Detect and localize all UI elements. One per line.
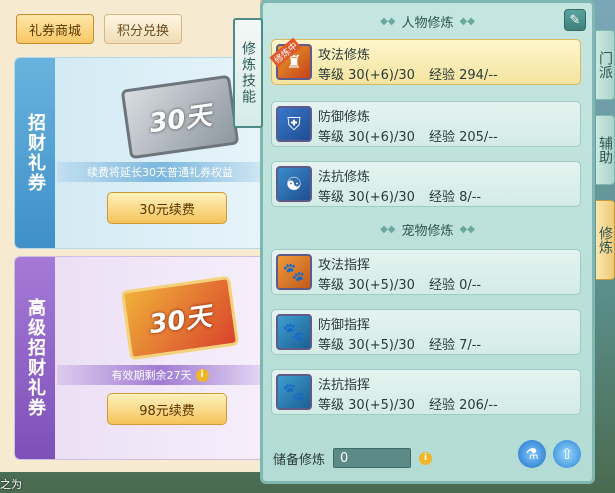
ornament-icon: ◆◆ [459, 15, 475, 27]
defense-icon: ⛨ [276, 106, 312, 142]
premium-ticket-label: 高级招财礼券 [15, 257, 55, 459]
fortune-ticket-note-text: 续费将延长30天普通礼券权益 [87, 166, 233, 179]
reserve-value: 0 [333, 448, 412, 468]
skill-stats: 等级 30(+6)/30 经验 8/-- [318, 186, 481, 205]
person-cultivation-title: 人物修炼 [401, 15, 454, 31]
skill-name: 法抗修炼 [318, 170, 371, 185]
edit-icon[interactable]: ✎ [564, 9, 586, 31]
skill-level: 30(+5)/30 [348, 278, 415, 293]
person-cultivation-header: ◆◆ 人物修炼 ◆◆ [263, 11, 592, 31]
level-label: 等级 [318, 190, 345, 205]
pet-defense-icon: 🐾 [276, 314, 312, 350]
potion-icon[interactable]: ⚗ [518, 440, 546, 468]
renew-30-button[interactable]: 30元续费 [107, 192, 227, 224]
pet-cultivation-title: 宠物修炼 [401, 223, 454, 239]
skill-stats: 等级 30(+6)/30 经验 294/-- [318, 64, 498, 83]
exp-label: 经验 [428, 190, 455, 205]
fortune-ticket-card: 招财礼券 30天 续费将延长30天普通礼券权益 30元续费 [14, 57, 264, 249]
ticket-shop-panel: 礼券商城 积分兑换 招财礼券 30天 续费将延长30天普通礼券权益 30元续费 … [0, 0, 264, 472]
skill-name: 攻法指挥 [318, 258, 371, 273]
skill-name: 法抗指挥 [318, 378, 371, 393]
reserve-cultivation: 储备修炼 0 i [273, 448, 433, 468]
magic-resist-icon: ☯ [276, 166, 312, 202]
info-icon[interactable]: i [195, 368, 209, 382]
pet-cultivation-header: ◆◆ 宠物修炼 ◆◆ [263, 219, 592, 239]
tab-sect[interactable]: 门派 [596, 30, 615, 100]
skill-stats: 等级 30(+5)/30 经验 206/-- [318, 394, 498, 413]
renew-98-button[interactable]: 98元续费 [107, 393, 227, 425]
bottom-chat-text: 之为 [0, 478, 22, 491]
skill-stats: 等级 30(+5)/30 经验 7/-- [318, 334, 481, 353]
skill-row-pet-attack[interactable]: 🐾 攻法指挥 等级 30(+5)/30 经验 0/-- [271, 249, 581, 295]
exp-label: 经验 [428, 130, 455, 145]
skill-level: 30(+5)/30 [348, 398, 415, 413]
info-icon[interactable]: i [419, 451, 433, 465]
skill-exp: 206/-- [459, 398, 498, 413]
level-label: 等级 [318, 130, 345, 145]
skill-exp: 205/-- [459, 130, 498, 145]
level-label: 等级 [318, 398, 345, 413]
exp-label: 经验 [428, 398, 455, 413]
level-label: 等级 [318, 338, 345, 353]
ornament-icon: ◆◆ [380, 15, 396, 27]
premium-ticket-note-text: 有效期剩余27天 [111, 369, 192, 382]
skill-row-magic-resist[interactable]: ☯ 法抗修炼 等级 30(+6)/30 经验 8/-- [271, 161, 581, 207]
skill-row-pet-resist[interactable]: 🐾 法抗指挥 等级 30(+5)/30 经验 206/-- [271, 369, 581, 415]
exp-label: 经验 [428, 338, 455, 353]
tab-points-exchange[interactable]: 积分兑换 [104, 14, 183, 44]
skill-stats: 等级 30(+5)/30 经验 0/-- [318, 274, 481, 293]
exp-label: 经验 [428, 68, 455, 83]
skill-name: 防御指挥 [318, 318, 371, 333]
skill-row-defense[interactable]: ⛨ 防御修炼 等级 30(+6)/30 经验 205/-- [271, 101, 581, 147]
skill-row-attack-magic[interactable]: 修炼中 ♜ 攻法修炼 等级 30(+6)/30 经验 294/-- [269, 37, 581, 85]
silver-ticket-icon: 30天 [120, 74, 240, 160]
premium-ticket-note: 有效期剩余27天 i [57, 365, 263, 385]
skill-level: 30(+6)/30 [348, 130, 415, 145]
cultivation-panel: ◆◆ 人物修炼 ◆◆ ✎ 修炼中 ♜ 攻法修炼 等级 30(+6)/30 经验 … [260, 0, 595, 484]
ornament-icon: ◆◆ [380, 223, 396, 235]
pet-attack-icon: 🐾 [276, 254, 312, 290]
exp-label: 经验 [428, 278, 455, 293]
skill-exp: 8/-- [459, 190, 482, 205]
skill-row-pet-defense[interactable]: 🐾 防御指挥 等级 30(+5)/30 经验 7/-- [271, 309, 581, 355]
shop-tabs: 礼券商城 积分兑换 [16, 14, 183, 44]
premium-fortune-ticket-card: 高级招财礼券 30天 有效期剩余27天 i 98元续费 [14, 256, 264, 460]
pet-resist-icon: 🐾 [276, 374, 312, 410]
skill-name: 防御修炼 [318, 110, 371, 125]
skill-level: 30(+5)/30 [348, 338, 415, 353]
tab-cultivation-skills[interactable]: 修炼技能 [233, 18, 263, 128]
ornament-icon: ◆◆ [459, 223, 475, 235]
level-label: 等级 [318, 68, 345, 83]
skill-exp: 294/-- [459, 68, 498, 83]
skill-name: 攻法修炼 [318, 48, 371, 63]
skill-exp: 7/-- [459, 338, 482, 353]
tab-ticket-shop[interactable]: 礼券商城 [16, 14, 95, 44]
reserve-label: 储备修炼 [273, 452, 326, 468]
tab-assist[interactable]: 辅助 [596, 115, 615, 185]
skill-exp: 0/-- [459, 278, 482, 293]
level-label: 等级 [318, 278, 345, 293]
skill-level: 30(+6)/30 [348, 68, 415, 83]
gold-ticket-icon: 30天 [120, 275, 240, 361]
upgrade-arrow-icon[interactable]: ⇧ [553, 440, 581, 468]
skill-stats: 等级 30(+6)/30 经验 205/-- [318, 126, 498, 145]
skill-level: 30(+6)/30 [348, 190, 415, 205]
fortune-ticket-label: 招财礼券 [15, 58, 55, 248]
fortune-ticket-note: 续费将延长30天普通礼券权益 [57, 162, 263, 182]
tab-cultivate[interactable]: 修炼 [596, 200, 615, 280]
